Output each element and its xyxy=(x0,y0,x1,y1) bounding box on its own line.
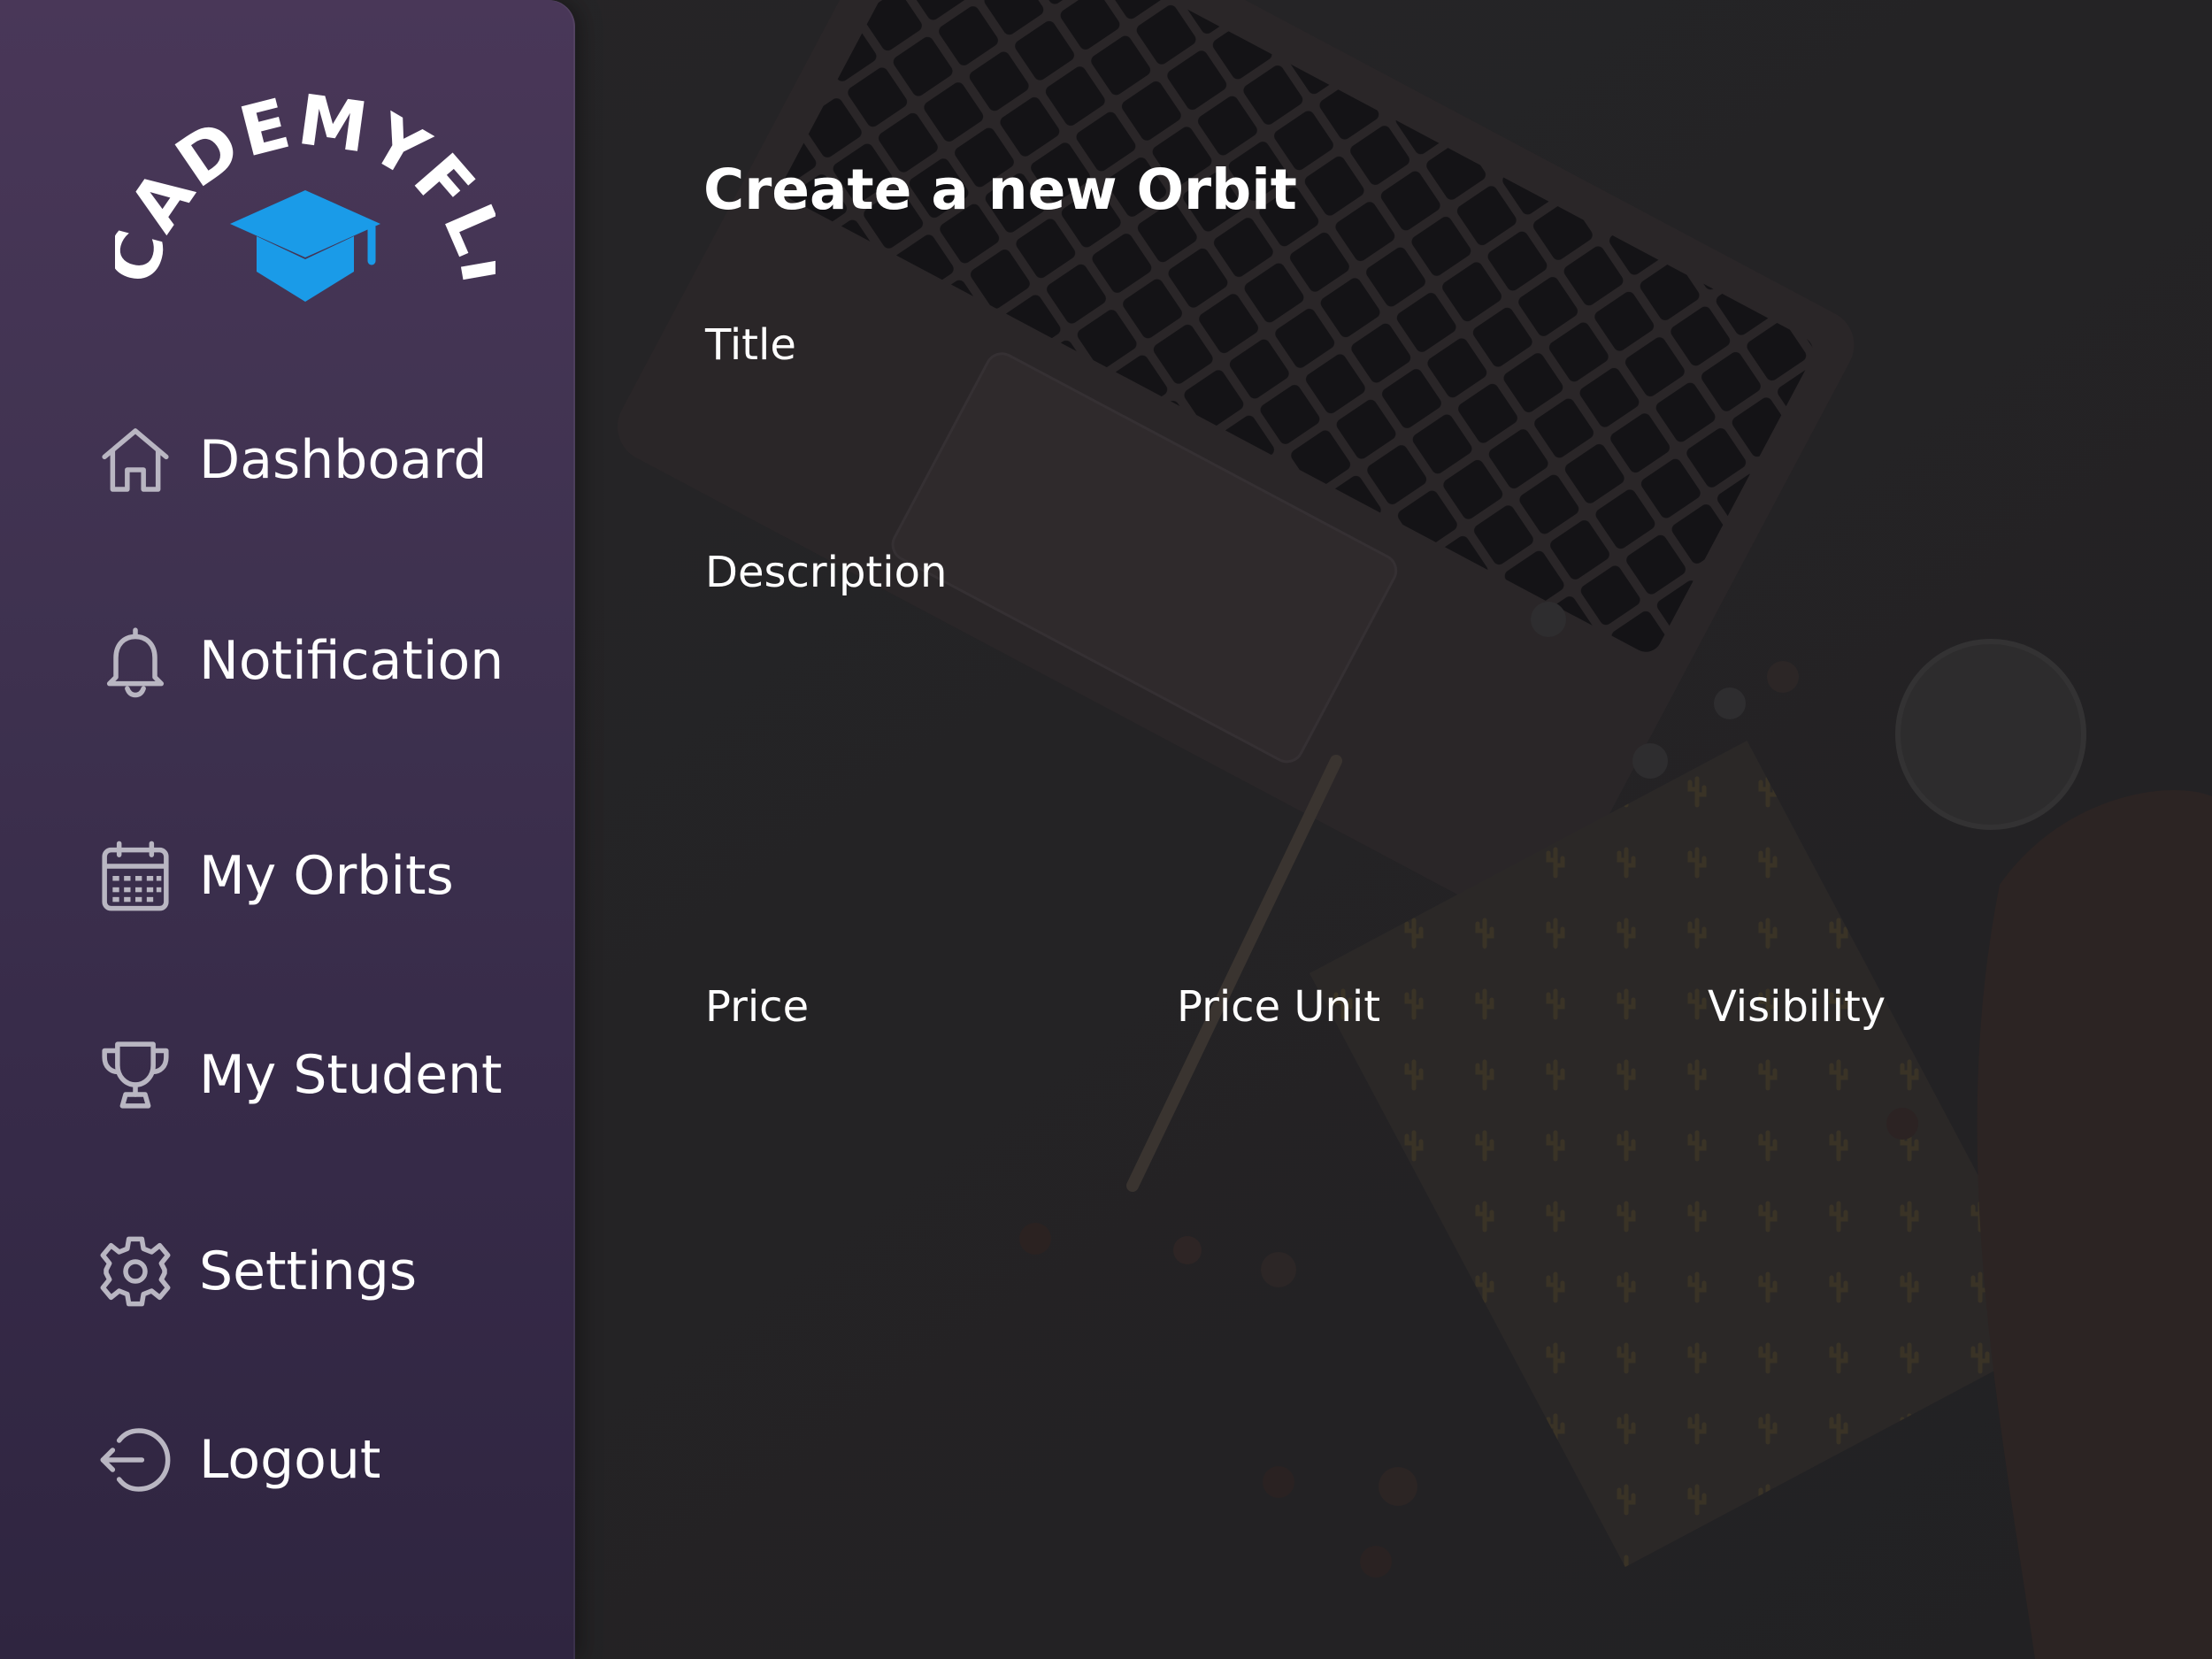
sidebar-item-label: Notification xyxy=(199,630,504,692)
sidebar-item-settings[interactable]: Settings xyxy=(93,1223,553,1320)
page: ACADEMYFLIX Dashboard xyxy=(0,0,2212,1659)
price-unit-label: Price Unit xyxy=(1177,982,1381,1032)
home-icon xyxy=(93,418,178,503)
visibility-label: Visibility xyxy=(1708,982,1886,1032)
graduation-cap-icon xyxy=(230,190,380,302)
title-input[interactable] xyxy=(690,389,1947,469)
sidebar-item-label: My Student xyxy=(199,1044,503,1106)
sidebar: ACADEMYFLIX Dashboard xyxy=(0,0,575,1659)
sidebar-item-label: Logout xyxy=(199,1429,381,1491)
sidebar-item-notification[interactable]: Notification xyxy=(93,612,553,710)
academyflix-logo[interactable]: ACADEMYFLIX xyxy=(115,84,495,323)
sidebar-item-my-student[interactable]: My Student xyxy=(93,1026,553,1124)
description-label: Description xyxy=(705,548,948,597)
price-label: Price xyxy=(705,982,810,1032)
sidebar-item-dashboard[interactable]: Dashboard xyxy=(93,411,553,509)
title-label: Title xyxy=(705,320,796,370)
bell-icon xyxy=(93,618,178,703)
sidebar-item-label: Dashboard xyxy=(199,429,488,491)
visibility-select[interactable] xyxy=(1694,1053,2137,1133)
sidebar-item-my-orbits[interactable]: My Orbits xyxy=(93,827,553,925)
calendar-icon xyxy=(93,833,178,918)
trophy-icon xyxy=(93,1033,178,1118)
gear-icon xyxy=(93,1229,178,1314)
page-title: Create a new Orbit xyxy=(703,157,1297,222)
logout-icon xyxy=(93,1417,178,1502)
price-input[interactable] xyxy=(690,1053,1079,1133)
description-input[interactable] xyxy=(690,619,1947,911)
sidebar-item-logout[interactable]: Logout xyxy=(93,1411,553,1509)
sidebar-item-label: Settings xyxy=(199,1240,418,1302)
sidebar-item-label: My Orbits xyxy=(199,845,454,907)
price-unit-select[interactable] xyxy=(1164,1053,1606,1133)
